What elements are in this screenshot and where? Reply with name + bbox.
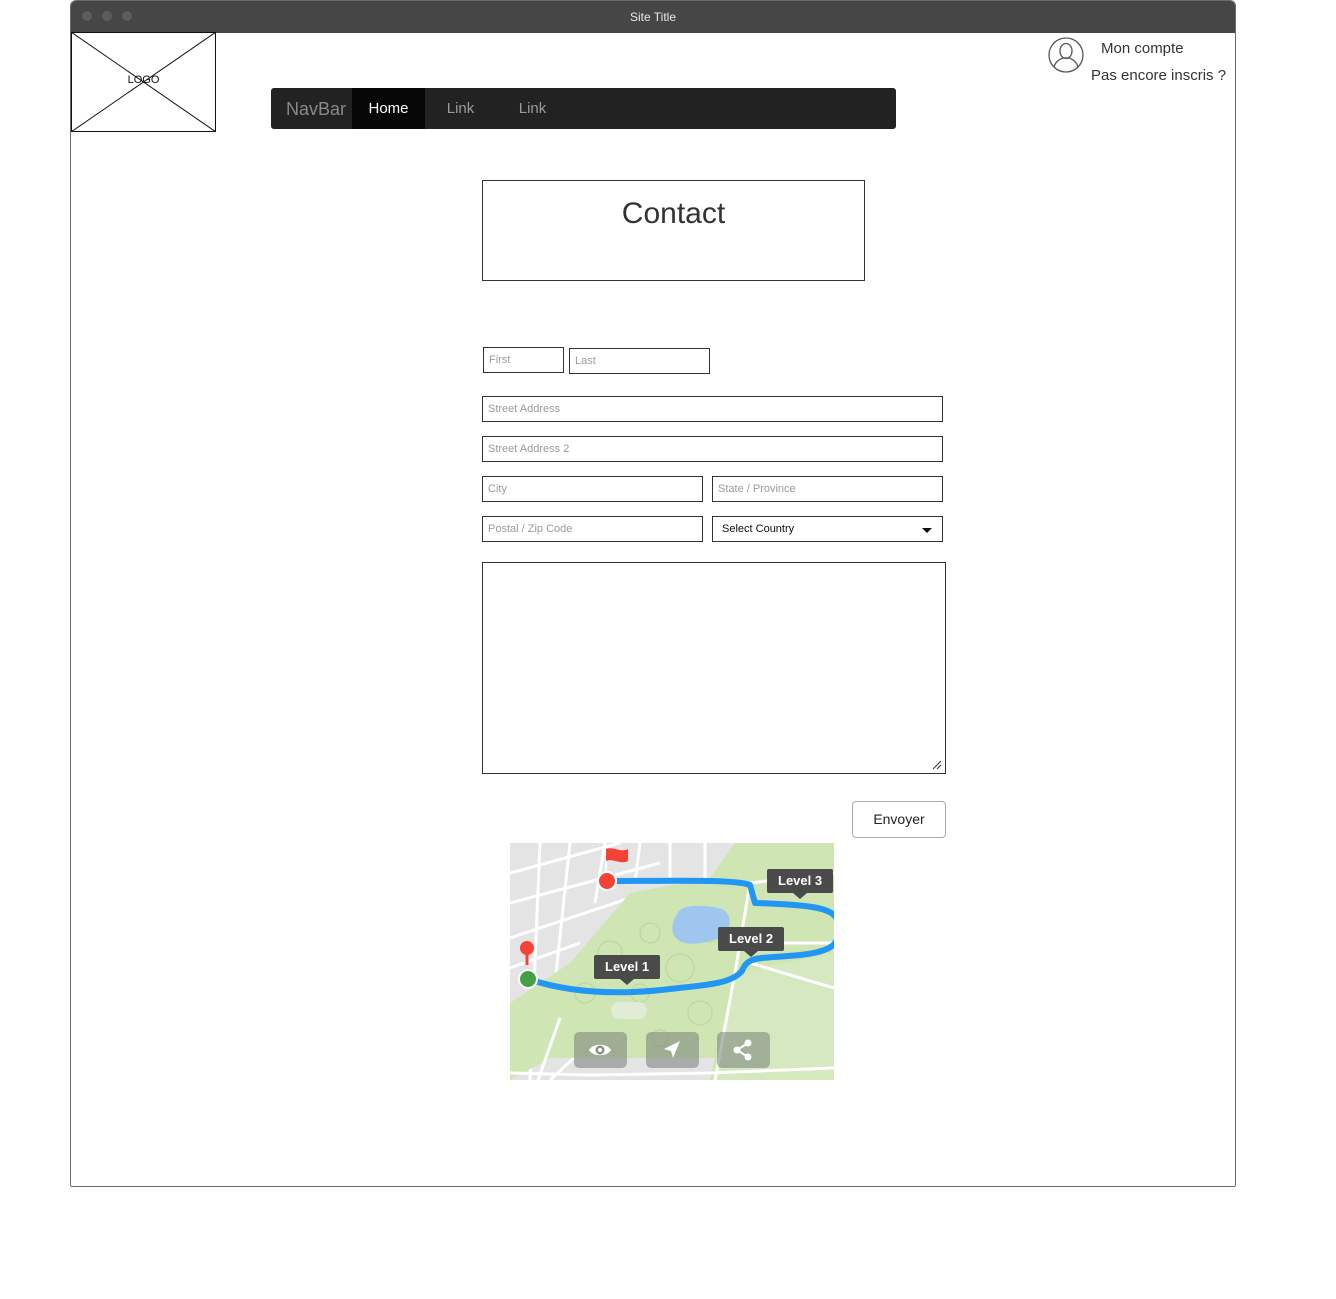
postal-code-input[interactable]: Postal / Zip Code (482, 516, 703, 542)
my-account-link[interactable]: Mon compte (1101, 40, 1184, 57)
nav-item-link-1[interactable]: Link (432, 88, 489, 129)
map-marker-level-2[interactable]: Level 2 (718, 927, 785, 957)
share-button[interactable] (717, 1032, 770, 1068)
first-name-input[interactable]: First (483, 347, 564, 373)
register-link[interactable]: Pas encore inscris ? (1091, 67, 1226, 84)
eye-icon (589, 1044, 611, 1056)
submit-button[interactable]: Envoyer (852, 801, 946, 838)
street-address-input[interactable]: Street Address (482, 396, 943, 422)
city-input[interactable]: City (482, 476, 703, 502)
title-bar: Site Title (71, 1, 1235, 33)
nav-item-home[interactable]: Home (352, 88, 425, 129)
state-province-input[interactable]: State / Province (712, 476, 943, 502)
route-map[interactable]: Level 1 Level 2 Level 3 (510, 843, 834, 1080)
street-address-2-input[interactable]: Street Address 2 (482, 436, 943, 462)
user-avatar-icon[interactable] (1047, 37, 1085, 78)
logo-text: LOGO (127, 74, 160, 86)
page-title: Contact (621, 197, 726, 230)
country-select[interactable]: Select Country (712, 516, 943, 542)
browser-window: Site Title LOGO NavBar Home Link Link Mo… (70, 0, 1236, 1187)
logo-placeholder[interactable]: LOGO (71, 31, 217, 133)
last-name-input[interactable]: Last (569, 348, 710, 374)
view-button[interactable] (574, 1032, 627, 1068)
window-title: Site Title (629, 10, 677, 24)
map-marker-level-1[interactable]: Level 1 (594, 955, 661, 985)
chevron-down-icon (922, 528, 932, 533)
navbar: NavBar Home Link Link (271, 88, 896, 129)
map-marker-level-3[interactable]: Level 3 (767, 869, 834, 899)
message-textarea[interactable] (482, 562, 946, 774)
resize-grip-icon[interactable] (932, 760, 942, 770)
contact-header-box: Contact (482, 180, 865, 281)
country-select-value: Select Country (722, 523, 795, 535)
share-icon (733, 1039, 752, 1061)
navbar-brand[interactable]: NavBar (286, 99, 346, 120)
navigate-button[interactable] (646, 1032, 699, 1068)
navigate-icon (664, 1041, 680, 1058)
nav-item-link-2[interactable]: Link (504, 88, 561, 129)
